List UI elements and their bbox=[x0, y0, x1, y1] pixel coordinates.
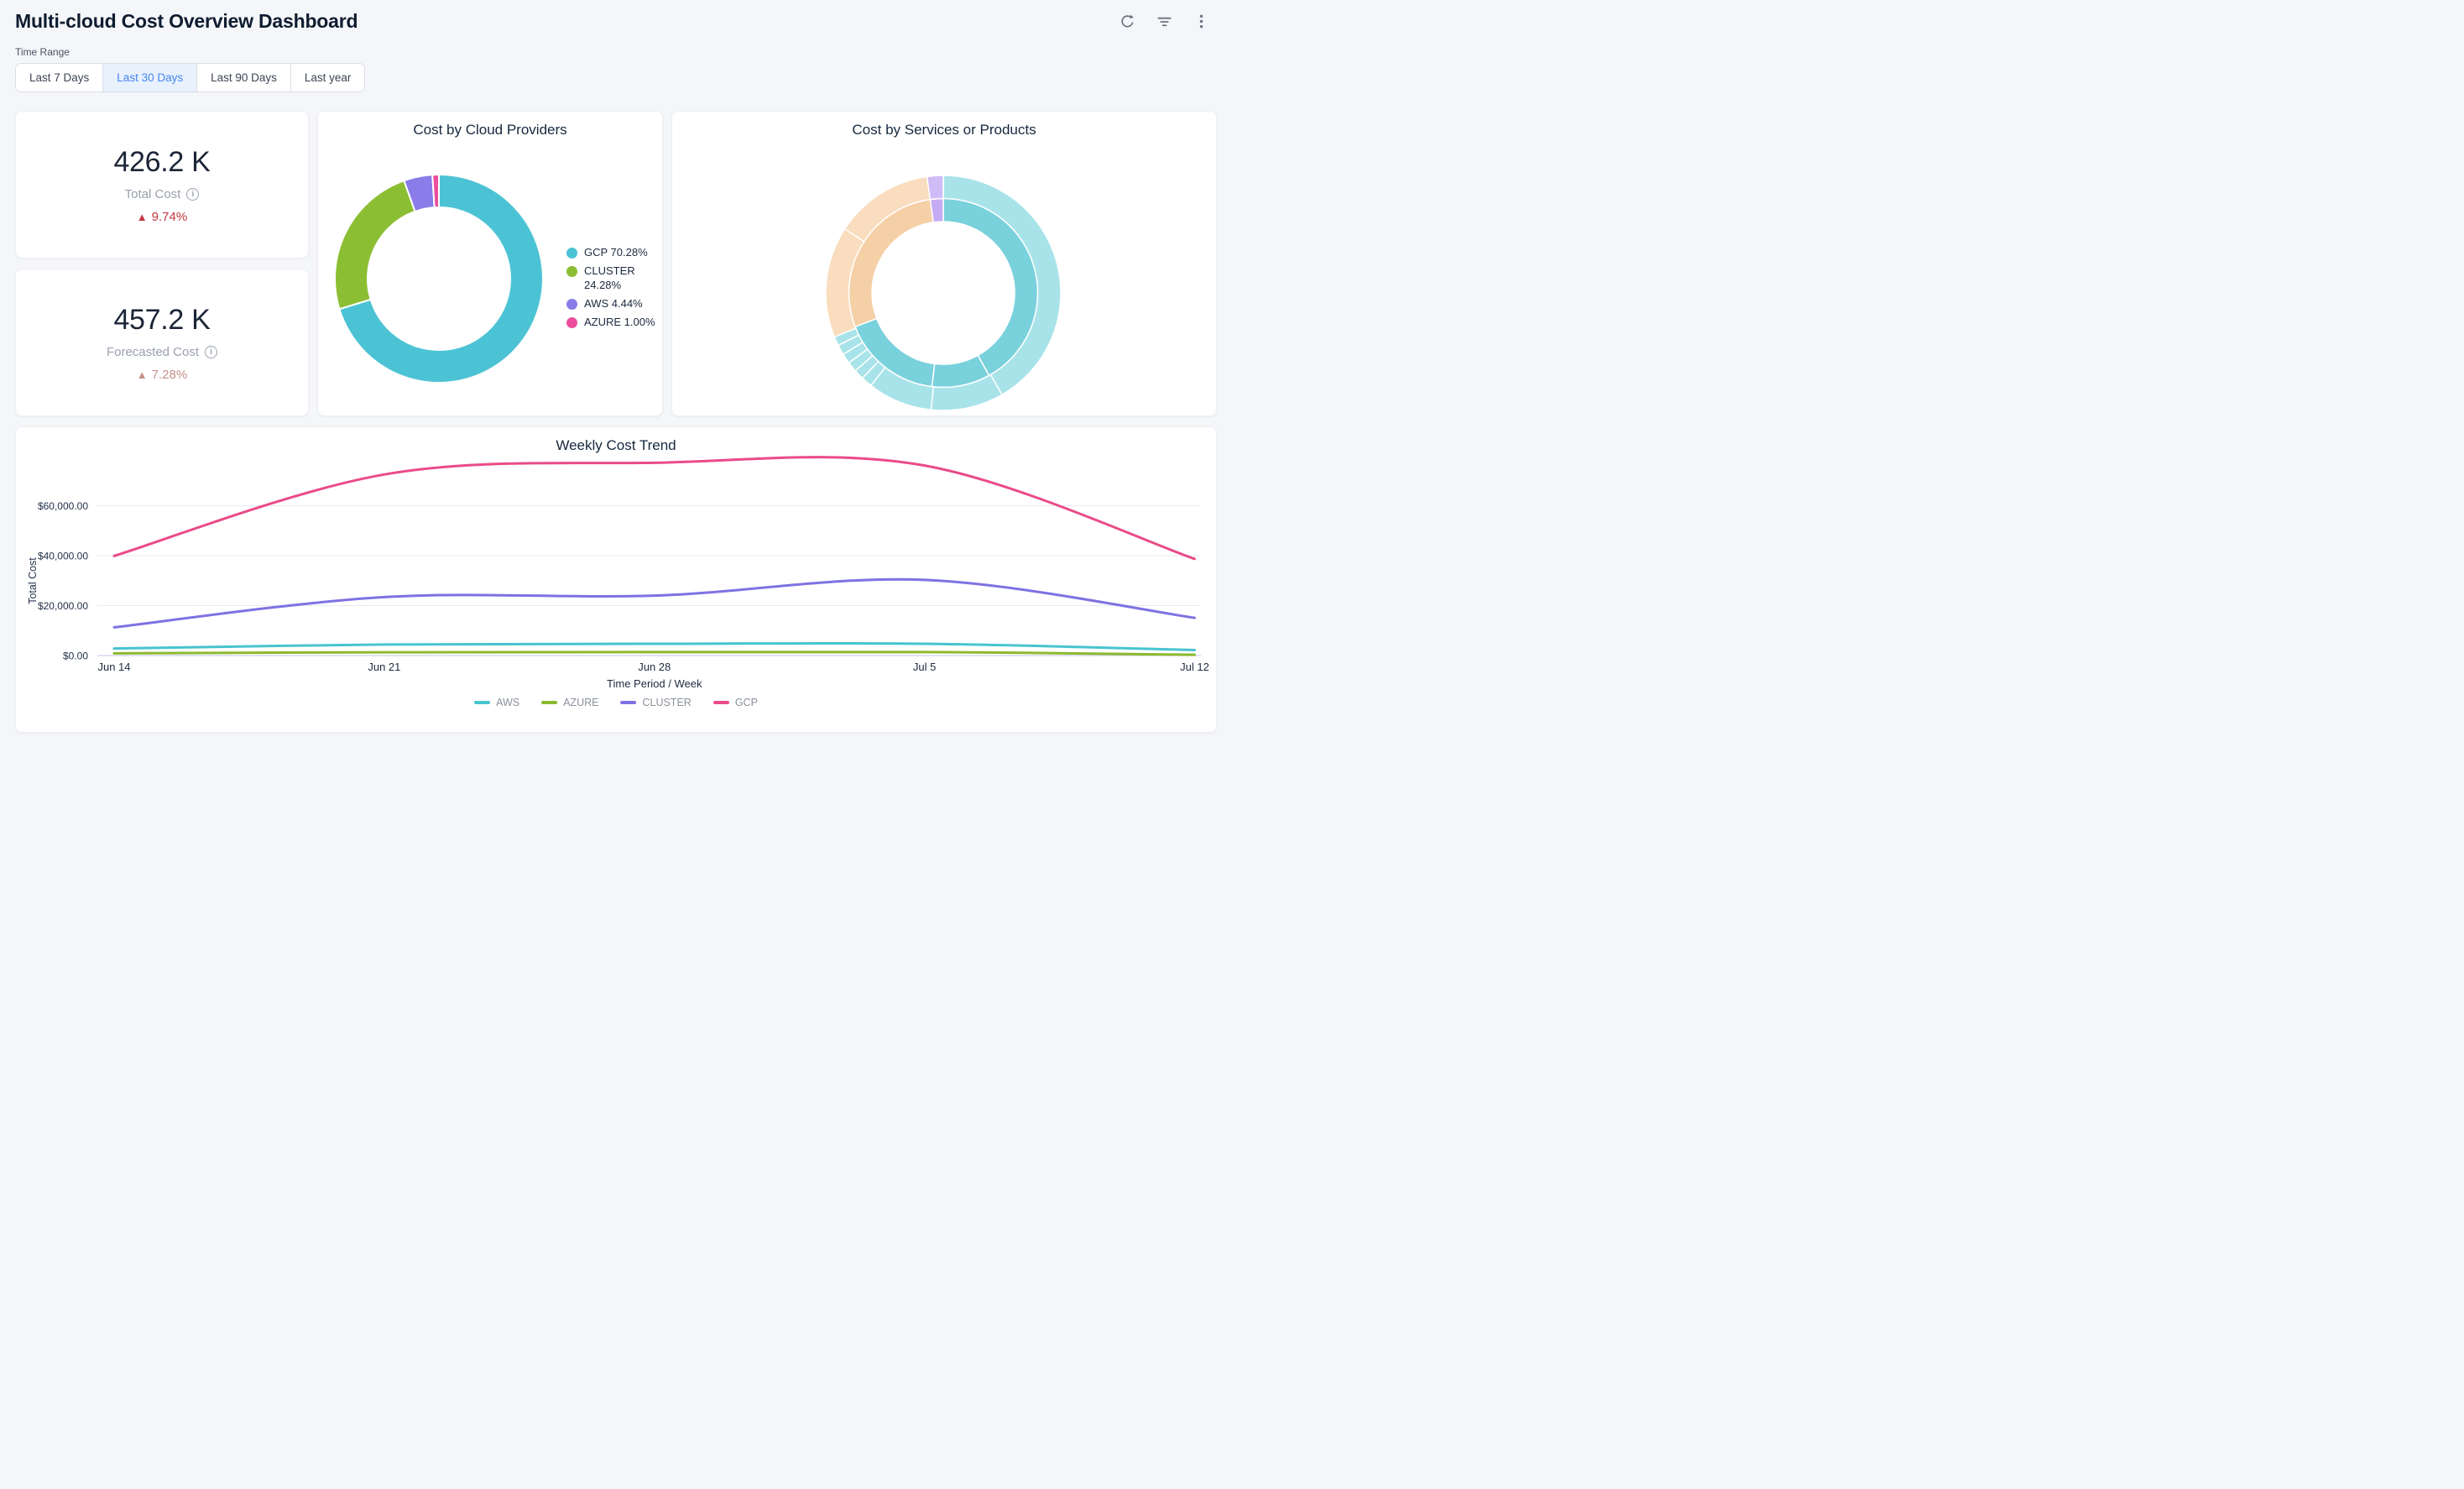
cloud-providers-legend: GCP 70.28% CLUSTER 24.28% AWS 4.44% AZURE 1… bbox=[566, 246, 667, 333]
x-tick-label: Jul 5 bbox=[913, 661, 936, 673]
trend-legend-item-CLUSTER[interactable]: CLUSTER bbox=[620, 697, 691, 708]
legend-dot-icon bbox=[566, 299, 577, 310]
info-icon[interactable]: i bbox=[205, 346, 217, 358]
legend-label: GCP bbox=[735, 697, 758, 708]
legend-label: CLUSTER 24.28% bbox=[584, 264, 667, 293]
arrow-up-icon: ▲ bbox=[137, 368, 148, 381]
time-range-last-90-days[interactable]: Last 90 Days bbox=[197, 64, 291, 91]
info-icon[interactable]: i bbox=[186, 188, 199, 201]
filter-icon[interactable] bbox=[1155, 13, 1173, 31]
legend-label: AWS bbox=[496, 697, 519, 708]
chart-title: Weekly Cost Trend bbox=[16, 427, 1216, 454]
legend-dot-icon bbox=[566, 317, 577, 328]
total-cost-value: 426.2 K bbox=[113, 146, 210, 179]
time-range-last-year[interactable]: Last year bbox=[291, 64, 365, 91]
header-actions bbox=[1118, 13, 1217, 31]
x-tick-label: Jul 12 bbox=[1180, 661, 1209, 673]
sunburst-outer-segment[interactable] bbox=[927, 175, 943, 200]
legend-dash-icon bbox=[474, 701, 490, 704]
cards-row: 426.2 K Total Cost i ▲ 9.74% 457.2 K For… bbox=[15, 111, 1217, 416]
donut-segment-AZURE[interactable] bbox=[432, 175, 439, 207]
legend-label: GCP 70.28% bbox=[584, 246, 648, 260]
refresh-icon[interactable] bbox=[1118, 13, 1136, 31]
time-range-last-7-days[interactable]: Last 7 Days bbox=[16, 64, 103, 91]
forecasted-cost-card: 457.2 K Forecasted Cost i ▲ 7.28% bbox=[15, 269, 309, 416]
legend-item-CLUSTER[interactable]: CLUSTER 24.28% bbox=[566, 264, 667, 293]
x-tick-label: Jun 21 bbox=[368, 661, 400, 673]
total-cost-card: 426.2 K Total Cost i ▲ 9.74% bbox=[15, 111, 309, 259]
legend-dash-icon bbox=[620, 701, 636, 704]
x-tick-label: Jun 14 bbox=[97, 661, 130, 673]
legend-item-AWS[interactable]: AWS 4.44% bbox=[566, 297, 667, 311]
y-tick-label: $20,000.00 bbox=[38, 600, 88, 612]
forecasted-cost-value: 457.2 K bbox=[113, 304, 210, 337]
cost-by-services-card: Cost by Services or Products bbox=[671, 111, 1217, 416]
total-cost-label: Total Cost i bbox=[125, 187, 200, 201]
legend-item-GCP[interactable]: GCP 70.28% bbox=[566, 246, 667, 260]
weekly-cost-trend-card: Weekly Cost Trend $0.00 $20,000.00 $40,000… bbox=[15, 426, 1217, 733]
forecasted-cost-delta: ▲ 7.28% bbox=[137, 368, 187, 382]
donut-segment-CLUSTER[interactable] bbox=[335, 180, 415, 309]
line-series-GCP bbox=[114, 457, 1195, 559]
trend-legend-item-GCP[interactable]: GCP bbox=[713, 697, 758, 708]
time-range-last-30-days[interactable]: Last 30 Days bbox=[103, 64, 197, 91]
page-title: Multi-cloud Cost Overview Dashboard bbox=[15, 10, 358, 33]
trend-legend-item-AZURE[interactable]: AZURE bbox=[541, 697, 598, 708]
legend-dot-icon bbox=[566, 266, 577, 277]
top-bar: Multi-cloud Cost Overview Dashboard bbox=[15, 0, 1217, 33]
arrow-up-icon: ▲ bbox=[137, 211, 148, 223]
legend-dash-icon bbox=[541, 701, 557, 704]
cloud-providers-donut-chart bbox=[333, 173, 545, 384]
x-tick-label: Jun 28 bbox=[638, 661, 671, 673]
line-series-CLUSTER bbox=[114, 579, 1195, 627]
total-cost-delta: ▲ 9.74% bbox=[137, 210, 187, 224]
stat-cards-column: 426.2 K Total Cost i ▲ 9.74% 457.2 K For… bbox=[15, 111, 309, 416]
y-tick-label: $40,000.00 bbox=[38, 551, 88, 562]
x-axis-title: Time Period / Week bbox=[607, 677, 702, 690]
legend-item-AZURE[interactable]: AZURE 1.00% bbox=[566, 316, 667, 330]
y-axis-title: Total Cost bbox=[27, 557, 39, 604]
forecasted-cost-label: Forecasted Cost i bbox=[107, 345, 217, 359]
weekly-trend-chart: $0.00 $20,000.00 $40,000.00 $60,000.00 Total… bbox=[16, 456, 1218, 692]
trend-legend: AWS AZURE CLUSTER GCP bbox=[16, 697, 1216, 708]
more-options-icon[interactable] bbox=[1192, 13, 1210, 31]
cost-by-cloud-providers-card: Cost by Cloud Providers GCP 70.28%CLUSTE… bbox=[317, 111, 663, 416]
dashboard-page: Multi-cloud Cost Overview Dashboard bbox=[0, 0, 1232, 733]
legend-label: CLUSTER bbox=[642, 697, 691, 708]
y-tick-label: $60,000.00 bbox=[38, 500, 88, 512]
time-range-label: Time Range bbox=[15, 46, 1217, 58]
y-tick-label: $0.00 bbox=[63, 650, 88, 662]
legend-label: AWS 4.44% bbox=[584, 297, 643, 311]
legend-dot-icon bbox=[566, 248, 577, 259]
legend-label: AZURE bbox=[563, 697, 598, 708]
time-range-control: Last 7 Days Last 30 Days Last 90 Days La… bbox=[15, 63, 365, 92]
trend-legend-item-AWS[interactable]: AWS bbox=[474, 697, 519, 708]
line-series-AWS bbox=[114, 643, 1195, 650]
services-sunburst-chart bbox=[826, 175, 1061, 410]
chart-title: Cost by Services or Products bbox=[672, 112, 1216, 138]
legend-label: AZURE 1.00% bbox=[584, 316, 655, 330]
legend-dash-icon bbox=[713, 701, 729, 704]
line-series-AZURE bbox=[114, 652, 1195, 656]
chart-title: Cost by Cloud Providers bbox=[318, 112, 662, 138]
